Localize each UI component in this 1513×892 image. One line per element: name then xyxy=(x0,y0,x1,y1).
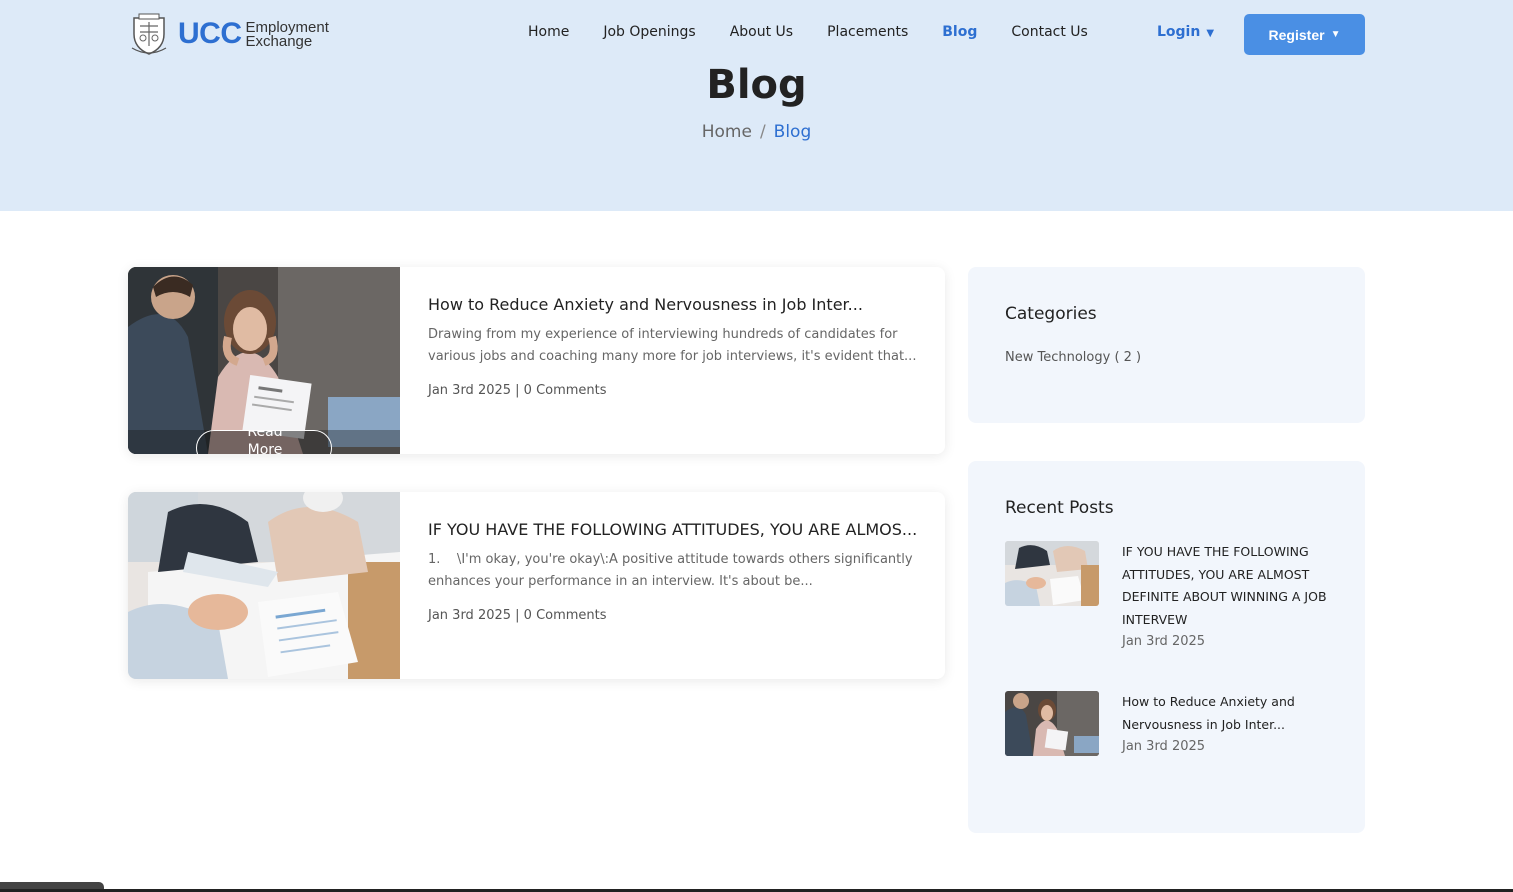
site-logo[interactable]: UCC Employment Exchange xyxy=(130,12,329,56)
recent-post-date: Jan 3rd 2025 xyxy=(1122,634,1206,649)
brand-name: UCC xyxy=(178,17,242,50)
post-body: IF YOU HAVE THE FOLLOWING ATTITUDES, YOU… xyxy=(428,520,923,623)
read-more-button[interactable]: Read More xyxy=(196,430,332,454)
breadcrumb-separator: / xyxy=(759,122,766,142)
caret-down-icon: ▼ xyxy=(1206,28,1215,39)
interview-anxiety-image xyxy=(1005,691,1099,756)
register-label: Register xyxy=(1268,26,1325,43)
category-item[interactable]: New Technology ( 2 ) xyxy=(1005,350,1141,365)
login-dropdown[interactable]: Login ▼ xyxy=(1157,24,1214,40)
blog-card[interactable]: Read More How to Reduce Anxiety and Nerv… xyxy=(128,267,945,454)
recent-post-thumbnail[interactable] xyxy=(1005,691,1099,756)
register-button[interactable]: Register ▼ xyxy=(1244,14,1365,55)
post-meta: Jan 3rd 2025 | 0 Comments xyxy=(428,608,607,623)
post-title[interactable]: IF YOU HAVE THE FOLLOWING ATTITUDES, YOU… xyxy=(428,520,923,539)
interview-meeting-image xyxy=(128,492,400,679)
breadcrumb: Home / Blog xyxy=(0,122,1513,142)
categories-widget: Categories New Technology ( 2 ) xyxy=(968,267,1365,423)
post-body: How to Reduce Anxiety and Nervousness in… xyxy=(428,295,923,398)
breadcrumb-home[interactable]: Home xyxy=(702,122,752,142)
breadcrumb-current: Blog xyxy=(773,122,812,142)
nav-contact-us[interactable]: Contact Us xyxy=(1011,24,1087,40)
post-thumbnail[interactable] xyxy=(128,492,400,679)
login-label: Login xyxy=(1157,24,1201,40)
page-header: UCC Employment Exchange Home Job Opening… xyxy=(0,0,1513,211)
recent-post-text: IF YOU HAVE THE FOLLOWING ATTITUDES, YOU… xyxy=(1122,541,1337,653)
recent-posts-widget: Recent Posts IF YOU HAVE THE FOLLOWING A… xyxy=(968,461,1365,833)
recent-posts-heading: Recent Posts xyxy=(1005,498,1114,518)
crest-icon xyxy=(131,13,167,55)
nav-placements[interactable]: Placements xyxy=(827,24,908,40)
nav-about-us[interactable]: About Us xyxy=(730,24,793,40)
categories-heading: Categories xyxy=(1005,304,1097,324)
post-excerpt: Drawing from my experience of interviewi… xyxy=(428,327,917,364)
post-meta: Jan 3rd 2025 | 0 Comments xyxy=(428,383,607,398)
recent-post-title[interactable]: IF YOU HAVE THE FOLLOWING ATTITUDES, YOU… xyxy=(1122,541,1337,631)
page-title: Blog xyxy=(706,62,807,108)
post-thumbnail[interactable]: Read More xyxy=(128,267,400,454)
blog-card[interactable]: IF YOU HAVE THE FOLLOWING ATTITUDES, YOU… xyxy=(128,492,945,679)
caret-down-icon: ▼ xyxy=(1330,29,1341,40)
interview-anxiety-image xyxy=(128,267,400,454)
nav-home[interactable]: Home xyxy=(528,24,569,40)
post-excerpt: 1. \I'm okay, you're okay\:A positive at… xyxy=(428,552,917,589)
recent-post-title[interactable]: How to Reduce Anxiety and Nervousness in… xyxy=(1122,691,1337,736)
recent-post-text: How to Reduce Anxiety and Nervousness in… xyxy=(1122,691,1337,758)
main-nav: Home Job Openings About Us Placements Bl… xyxy=(528,24,1122,40)
nav-job-openings[interactable]: Job Openings xyxy=(603,24,695,40)
interview-meeting-image xyxy=(1005,541,1099,606)
brand-subtitle: Employment Exchange xyxy=(245,19,329,50)
recent-post-date: Jan 3rd 2025 xyxy=(1122,739,1206,754)
post-title[interactable]: How to Reduce Anxiety and Nervousness in… xyxy=(428,295,923,314)
nav-blog[interactable]: Blog xyxy=(942,24,977,40)
recent-post-thumbnail[interactable] xyxy=(1005,541,1099,606)
